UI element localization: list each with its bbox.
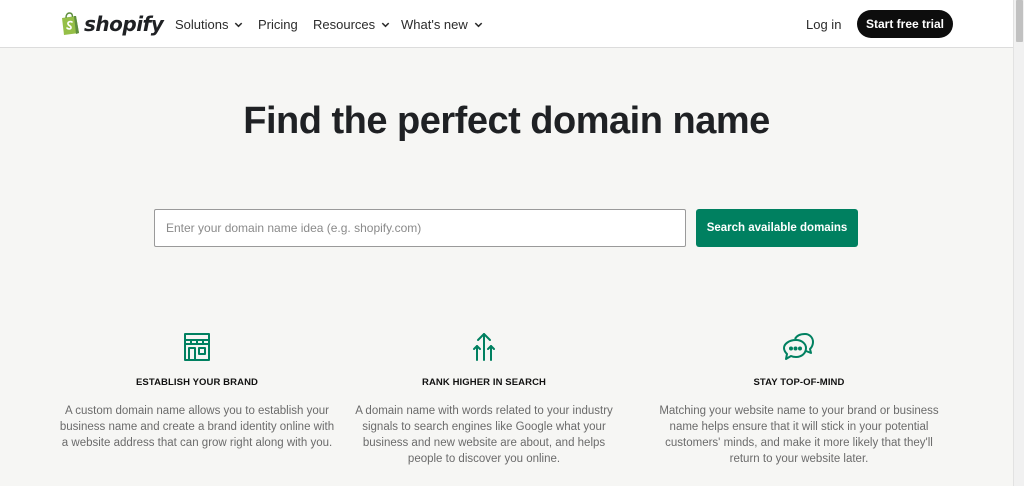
feature-description: A custom domain name allows you to estab… [59, 405, 335, 449]
domain-search-input[interactable] [154, 209, 686, 247]
feature-establish-brand: ESTABLISH YOUR BRAND A custom domain nam… [57, 330, 337, 451]
nav-resources[interactable]: Resources [313, 0, 391, 48]
rank-arrows-icon [473, 333, 495, 361]
chevron-down-icon [381, 22, 390, 27]
feature-description: A domain name with words related to your… [355, 405, 613, 465]
feature-title: STAY TOP-OF-MIND [753, 377, 845, 388]
storefront-icon [184, 333, 210, 361]
feature-description: Matching your website name to your brand… [659, 405, 939, 465]
feature-title: RANK HIGHER IN SEARCH [421, 377, 547, 388]
logo-wordmark: shopify [84, 12, 164, 36]
nav-resources-label: Resources [313, 16, 376, 32]
feature-title: ESTABLISH YOUR BRAND [136, 377, 258, 388]
login-link[interactable]: Log in [806, 0, 841, 48]
feature-rank-higher: RANK HIGHER IN SEARCH A domain name with… [344, 330, 624, 467]
feature-top-of-mind: STAY TOP-OF-MIND Matching your website n… [659, 330, 939, 467]
chat-bubbles-icon [783, 333, 814, 360]
page-title: Find the perfect domain name [243, 100, 770, 142]
page-scrollbar[interactable] [1013, 0, 1024, 486]
nav-whats-new[interactable]: What's new [401, 0, 484, 48]
nav-solutions-label: Solutions [175, 16, 229, 32]
chevron-down-icon [474, 22, 483, 27]
chevron-down-icon [235, 22, 243, 27]
nav-solutions[interactable]: Solutions [175, 0, 244, 48]
shopping-bag-icon [62, 12, 79, 35]
search-domains-button[interactable]: Search available domains [696, 209, 858, 247]
nav-pricing-label: Pricing [258, 16, 298, 32]
scrollbar-thumb[interactable] [1016, 0, 1023, 42]
nav-pricing[interactable]: Pricing [258, 0, 298, 48]
top-navigation-bar: shopify Solutions Pricing Resources What… [0, 0, 1013, 48]
start-free-trial-button[interactable]: Start free trial [857, 10, 953, 38]
nav-whats-new-label: What's new [401, 16, 468, 32]
shopify-logo[interactable]: shopify [60, 12, 164, 36]
